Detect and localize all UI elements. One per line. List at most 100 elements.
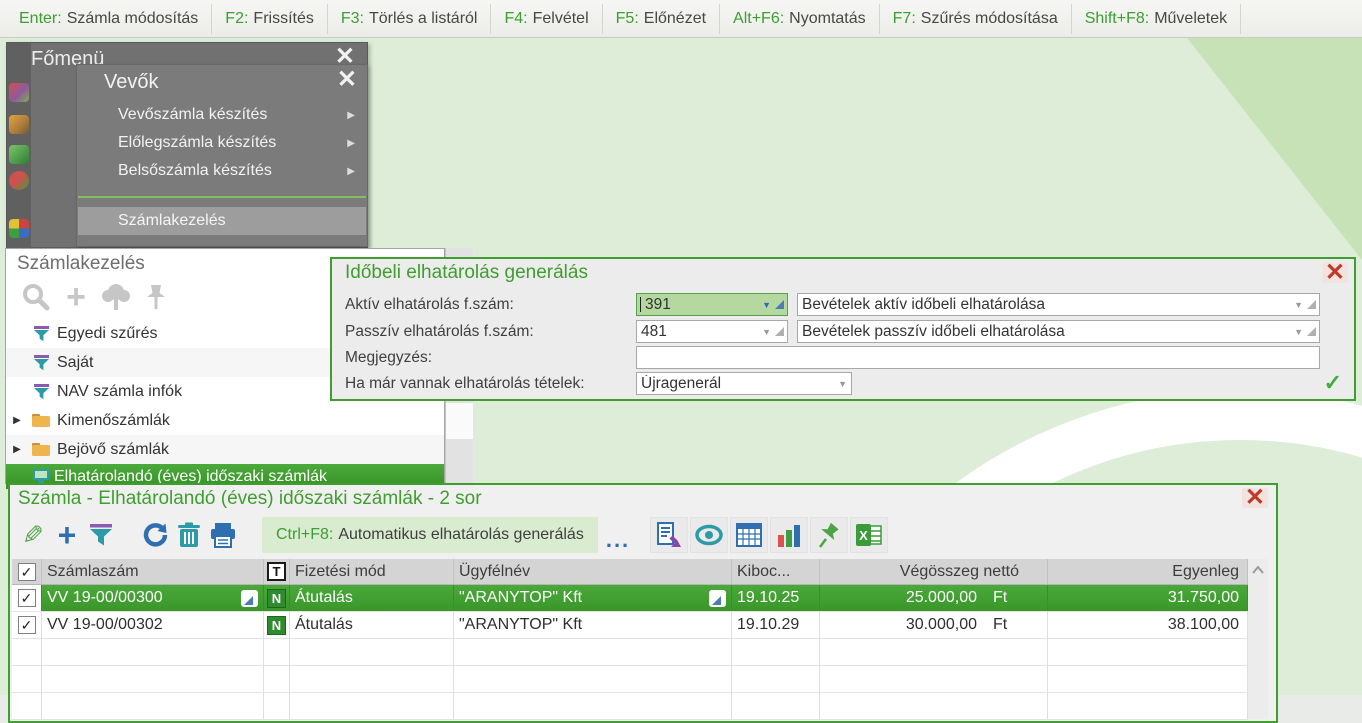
filter-icon[interactable] [84, 517, 118, 553]
table-view-icon[interactable] [730, 517, 769, 553]
column-header-fizetesi-mod[interactable]: Fizetési mód [290, 559, 454, 584]
fn-item-f4[interactable]: F4: Felvétel [491, 3, 603, 34]
menu-strip-icon-3[interactable] [9, 145, 29, 164]
row-checkbox[interactable]: ✓ [17, 589, 36, 607]
grid-right-margin [1268, 559, 1276, 719]
passive-accrual-code-combo[interactable]: 481 ▼ [636, 320, 788, 343]
column-header-szamlaszam[interactable]: Számlaszám [42, 559, 264, 584]
row-checkbox[interactable]: ✓ [17, 616, 36, 634]
svg-text:X: X [859, 528, 868, 543]
fn-item-f3[interactable]: F3: Törlés a listáról [328, 3, 492, 34]
excel-export-icon[interactable]: X [850, 517, 889, 553]
delete-trash-icon[interactable] [172, 517, 206, 553]
menu-strip-icon-1[interactable] [9, 83, 29, 102]
passive-accrual-name-combo[interactable]: Bevételek passzív időbeli elhatárolása ▼ [797, 320, 1320, 343]
column-header-egyenleg[interactable]: Egyenleg [1048, 559, 1248, 584]
customers-window-close-button[interactable]: ✕ [337, 68, 357, 92]
scroll-up-arrow-icon[interactable] [1248, 559, 1268, 581]
pin-icon[interactable] [136, 281, 176, 313]
search-icon[interactable] [16, 281, 56, 313]
menu-item-elolegszamla-keszites[interactable]: Előlegszámla készítés ▶ [118, 131, 359, 155]
dialog-close-button[interactable]: ✕ [1321, 261, 1348, 285]
main-menu-icon-strip [7, 43, 31, 249]
function-key-bar: Enter: Számla módosítás F2: Frissítés F3: T… [0, 0, 1362, 38]
tree-item-bejovo-szamlak[interactable]: ▶ Bejövő számlák [6, 435, 444, 464]
expand-arrow-icon[interactable]: ▶ [6, 415, 28, 426]
table-header-row: ✓ Számlaszám T Fizetési mód Ügyfélnév Ki… [12, 559, 1248, 585]
comment-label: Megjegyzés: [345, 349, 433, 366]
grid-window-close-button[interactable]: ✕ [1241, 486, 1268, 510]
table-row[interactable]: ✓ VV 19-00/00302 N Átutalás "ARANYTOP" K… [12, 612, 1248, 639]
fn-item-f2[interactable]: F2: Frissítés [212, 3, 328, 34]
menu-strip-icon-cart[interactable] [9, 115, 29, 134]
empty-table-row [12, 693, 1248, 720]
folder-icon [28, 413, 54, 428]
menu-item-vevoszamla-keszites[interactable]: Vevőszámla készítés ▶ [118, 103, 359, 127]
menu-item-belsoszamla-keszites[interactable]: Belsőszámla készítés ▶ [118, 159, 359, 183]
grid-window-title: Számla - Elhatárolandó (éves) időszaki s… [18, 488, 482, 509]
report-export-icon[interactable] [650, 517, 689, 553]
combo-grip-icon[interactable] [1307, 300, 1316, 309]
tree-item-kimenoszamlak[interactable]: ▶ Kimenőszámlák [6, 406, 444, 435]
customers-window: Vevők ✕ Vevőszámla készítés ▶ Előlegszám… [76, 64, 368, 247]
dropdown-arrow-icon[interactable]: ▼ [762, 300, 771, 310]
dropdown-arrow-icon[interactable]: ▼ [1294, 327, 1303, 337]
table-row[interactable]: ✓ VV 19-00/00300 N Átutalás "ARANYTOP" K… [12, 585, 1248, 612]
vertical-scrollbar[interactable] [1248, 559, 1268, 719]
menu-divider [78, 196, 366, 198]
column-header-kiboc[interactable]: Kiboc... [732, 559, 820, 584]
submenu-arrow-icon: ▶ [347, 109, 355, 121]
add-icon[interactable]: + [56, 280, 96, 314]
empty-table-row [12, 666, 1248, 693]
column-header-ugyfelnev[interactable]: Ügyfélnév [454, 559, 732, 584]
divider-notch [446, 403, 473, 439]
menu-strip-icon-coins[interactable] [9, 171, 29, 190]
column-header-t[interactable]: T [264, 559, 290, 584]
auto-accrual-shortcut-button[interactable]: Ctrl+F8: Automatikus elhatárolás generál… [262, 517, 598, 553]
active-accrual-label: Aktív elhatárolás f.szám: [345, 296, 514, 313]
expand-arrow-icon[interactable]: ▶ [6, 444, 28, 455]
bar-chart-icon[interactable] [770, 517, 809, 553]
comment-input[interactable] [636, 346, 1320, 369]
dropdown-arrow-icon[interactable]: ▼ [1294, 300, 1303, 310]
customers-window-title: Vevők [104, 71, 159, 93]
combo-grip-icon[interactable] [775, 327, 784, 336]
accrual-generation-dialog: Időbeli elhatárolás generálás ✕ Aktív el… [330, 257, 1356, 401]
filter-icon [28, 354, 54, 371]
fn-item-alt-f6[interactable]: Alt+F6: Nyomtatás [720, 3, 880, 34]
select-all-checkbox[interactable]: ✓ [17, 562, 36, 581]
passive-accrual-label: Passzív elhatárolás f.szám: [345, 323, 534, 340]
active-accrual-code-combo[interactable]: 391 ▼ [636, 293, 788, 316]
dropdown-arrow-icon[interactable]: ▼ [838, 379, 847, 389]
dialog-confirm-button[interactable]: ✓ [1324, 370, 1342, 396]
column-header-vegosszeg-netto[interactable]: Végösszeg nettó [820, 559, 1048, 584]
pin-icon[interactable] [810, 517, 849, 553]
dropdown-arrow-icon[interactable]: ▼ [762, 327, 771, 337]
invoice-table: ✓ Számlaszám T Fizetési mód Ügyfélnév Ki… [12, 559, 1248, 720]
active-accrual-name-combo[interactable]: Bevételek aktív időbeli elhatárolása ▼ [797, 293, 1320, 316]
folder-icon [28, 442, 54, 457]
preview-eye-icon[interactable] [690, 517, 729, 553]
edit-icon[interactable]: ✎ [16, 517, 50, 553]
combo-grip-icon[interactable] [775, 300, 784, 309]
panel-title: Számlakezelés [17, 253, 145, 274]
menu-item-szamlakezeles[interactable]: Számlakezelés [78, 207, 366, 235]
cell-edit-grip[interactable] [241, 589, 258, 607]
fn-item-f7[interactable]: F7: Szűrés módosítása [880, 3, 1072, 34]
dialog-title: Időbeli elhatárolás generálás [345, 262, 588, 283]
more-actions-button[interactable]: ... [606, 525, 630, 555]
refresh-icon[interactable] [138, 517, 172, 553]
add-icon[interactable]: + [50, 517, 84, 553]
cell-edit-grip[interactable] [709, 589, 726, 607]
fn-item-f5[interactable]: F5: Előnézet [603, 3, 721, 34]
tree-view-icon[interactable] [96, 281, 136, 313]
combo-grip-icon[interactable] [1307, 327, 1316, 336]
print-icon[interactable] [206, 517, 240, 553]
existing-items-select[interactable]: Újragenerál ▼ [636, 372, 852, 395]
fn-item-enter[interactable]: Enter: Számla módosítás [6, 3, 213, 34]
menu-strip-icon-blocks[interactable] [9, 219, 29, 238]
grid-toolbar: ✎ + Ctrl+F8: Automatikus elhatárolás gen… [16, 515, 1268, 555]
existing-items-label: Ha már vannak elhatárolás tételek: [345, 375, 585, 392]
select-all-header[interactable]: ✓ [12, 559, 42, 584]
fn-item-shift-f8[interactable]: Shift+F8: Műveletek [1072, 3, 1242, 34]
